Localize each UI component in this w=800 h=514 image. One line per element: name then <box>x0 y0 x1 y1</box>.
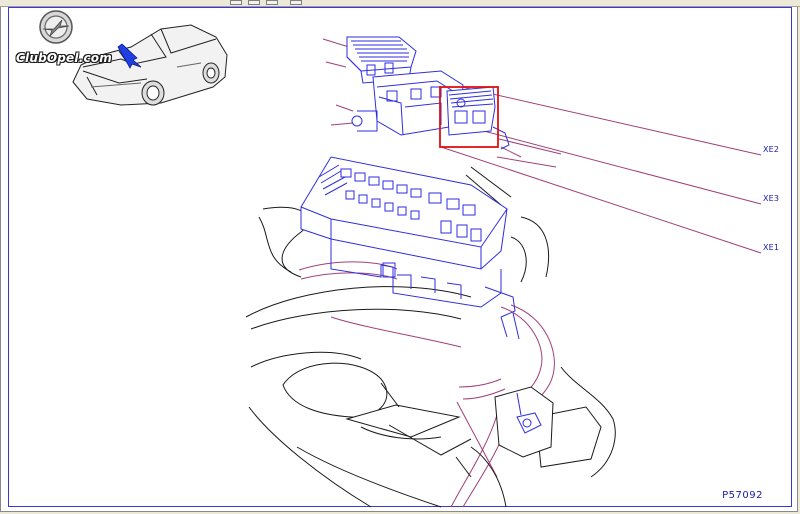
diagram-viewport[interactable]: XE2 XE3 XE1 P57092 ClubOpel.com <box>0 7 798 512</box>
callout-xe1: XE1 <box>763 243 780 252</box>
toolbar-button[interactable] <box>230 0 242 5</box>
toolbar-strip <box>0 0 800 7</box>
callout-xe2: XE2 <box>763 145 780 154</box>
figure-code: P57092 <box>722 490 763 501</box>
wiring-diagram <box>39 10 762 508</box>
car-thumbnail <box>72 24 228 106</box>
opel-logo <box>39 10 73 44</box>
toolbar-button[interactable] <box>290 0 302 5</box>
watermark-logo: ClubOpel.com <box>16 51 112 65</box>
toolbar-button[interactable] <box>248 0 260 5</box>
callout-xe3: XE3 <box>763 194 780 203</box>
toolbar-button[interactable] <box>266 0 278 5</box>
